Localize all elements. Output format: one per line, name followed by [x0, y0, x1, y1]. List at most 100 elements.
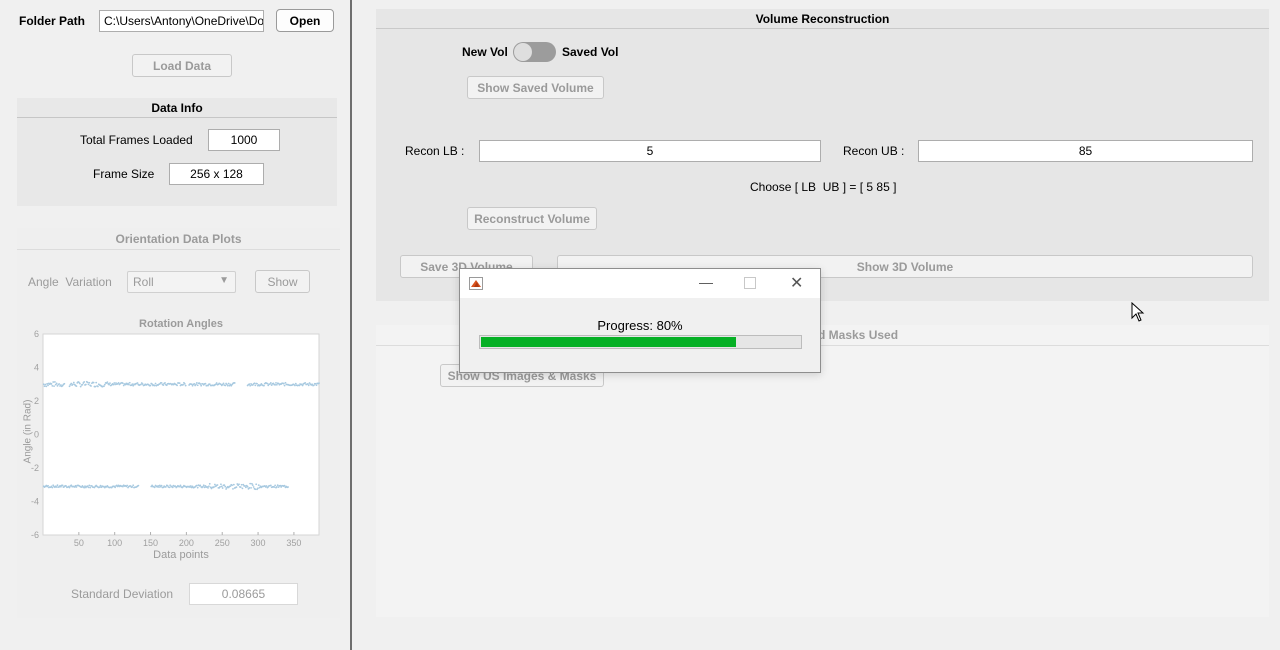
data-point — [232, 483, 235, 486]
data-point — [168, 486, 171, 489]
data-point — [318, 382, 320, 385]
data-point — [275, 485, 278, 488]
data-point — [178, 382, 181, 385]
data-point — [95, 381, 98, 384]
data-point — [153, 486, 156, 489]
choose-range-text: Choose [ LB UB ] = [ 5 85 ] — [750, 180, 897, 194]
data-point — [54, 381, 56, 383]
x-tick-label: 150 — [143, 538, 158, 548]
data-point — [219, 485, 221, 488]
recon-ub-label: Recon UB : — [843, 144, 905, 158]
data-point — [283, 384, 286, 387]
data-point — [244, 486, 247, 489]
data-point — [301, 384, 304, 387]
new-vol-label: New Vol — [462, 45, 508, 59]
data-point — [232, 487, 234, 490]
recon-ub-input[interactable]: 85 — [918, 140, 1253, 162]
data-point — [164, 485, 167, 488]
data-point — [103, 383, 106, 386]
data-point — [216, 484, 219, 486]
data-point — [248, 487, 251, 489]
dialog-titlebar: — ✕ — [460, 269, 820, 298]
data-point — [52, 381, 55, 383]
minimize-icon[interactable]: — — [699, 274, 713, 290]
data-point — [196, 486, 199, 489]
data-point — [63, 382, 66, 385]
progress-text: Progress: 80% — [597, 318, 683, 333]
data-point — [283, 484, 286, 487]
data-point — [112, 383, 115, 386]
progress-bar — [479, 335, 802, 349]
volume-title: Volume Reconstruction — [376, 9, 1269, 29]
data-point — [128, 381, 131, 384]
x-tick-label: 50 — [74, 538, 84, 548]
data-point — [214, 483, 216, 486]
data-point — [315, 384, 318, 387]
data-point — [223, 484, 226, 486]
data-point — [171, 486, 174, 489]
plot-area — [42, 333, 320, 536]
data-point — [224, 485, 227, 488]
data-point — [276, 484, 279, 487]
data-point — [99, 484, 102, 487]
data-point — [304, 381, 307, 384]
maximize-icon[interactable] — [744, 277, 756, 289]
data-point — [126, 484, 129, 487]
progress-fill — [481, 337, 736, 347]
data-point — [132, 484, 135, 487]
vol-toggle-switch[interactable] — [513, 42, 556, 62]
data-point — [109, 382, 111, 385]
data-point — [255, 483, 258, 486]
data-point — [235, 486, 238, 488]
data-point — [160, 382, 163, 384]
data-point — [193, 382, 196, 385]
data-point — [284, 381, 287, 384]
data-point — [269, 381, 272, 384]
data-point — [47, 384, 49, 387]
data-point — [275, 381, 277, 384]
data-point — [92, 381, 95, 384]
data-point — [274, 383, 277, 386]
data-point — [103, 385, 105, 388]
data-point — [183, 383, 186, 385]
recon-lb-label: Recon LB : — [405, 144, 465, 158]
data-point — [70, 382, 73, 385]
data-point — [266, 382, 269, 385]
reconstruct-volume-button[interactable]: Reconstruct Volume — [467, 207, 597, 230]
data-point — [269, 484, 272, 487]
data-point — [94, 385, 97, 388]
x-tick-label: 350 — [286, 538, 301, 548]
matlab-icon — [469, 277, 483, 290]
data-point — [81, 383, 84, 386]
data-point — [287, 486, 289, 488]
data-point — [53, 385, 55, 388]
data-point — [220, 483, 222, 486]
show-saved-volume-button[interactable]: Show Saved Volume — [467, 76, 604, 99]
left-panel: Folder Path C:\Users\Antony\OneDrive\Do … — [0, 0, 350, 650]
std-dev-label: Standard Deviation — [71, 587, 174, 601]
recon-lb-input[interactable]: 5 — [479, 140, 821, 162]
data-point — [195, 383, 197, 386]
data-point — [220, 485, 223, 488]
data-point — [195, 381, 198, 384]
data-point — [55, 486, 58, 488]
data-point — [257, 487, 259, 490]
close-icon[interactable]: ✕ — [790, 273, 803, 293]
data-point — [137, 484, 140, 487]
data-point — [87, 383, 90, 386]
data-point — [51, 486, 54, 489]
data-point — [182, 383, 184, 386]
data-point — [68, 385, 71, 388]
data-point — [282, 382, 285, 385]
data-point — [44, 383, 47, 386]
data-point — [222, 382, 225, 385]
data-point — [58, 383, 61, 385]
data-point — [204, 382, 207, 385]
data-point — [88, 484, 91, 487]
x-axis-label: Data points — [153, 549, 209, 561]
data-point — [176, 384, 178, 387]
y-axis-label: Angle (in Rad) — [22, 399, 34, 464]
data-point — [51, 384, 54, 387]
data-point — [196, 384, 199, 387]
data-point — [253, 382, 256, 385]
